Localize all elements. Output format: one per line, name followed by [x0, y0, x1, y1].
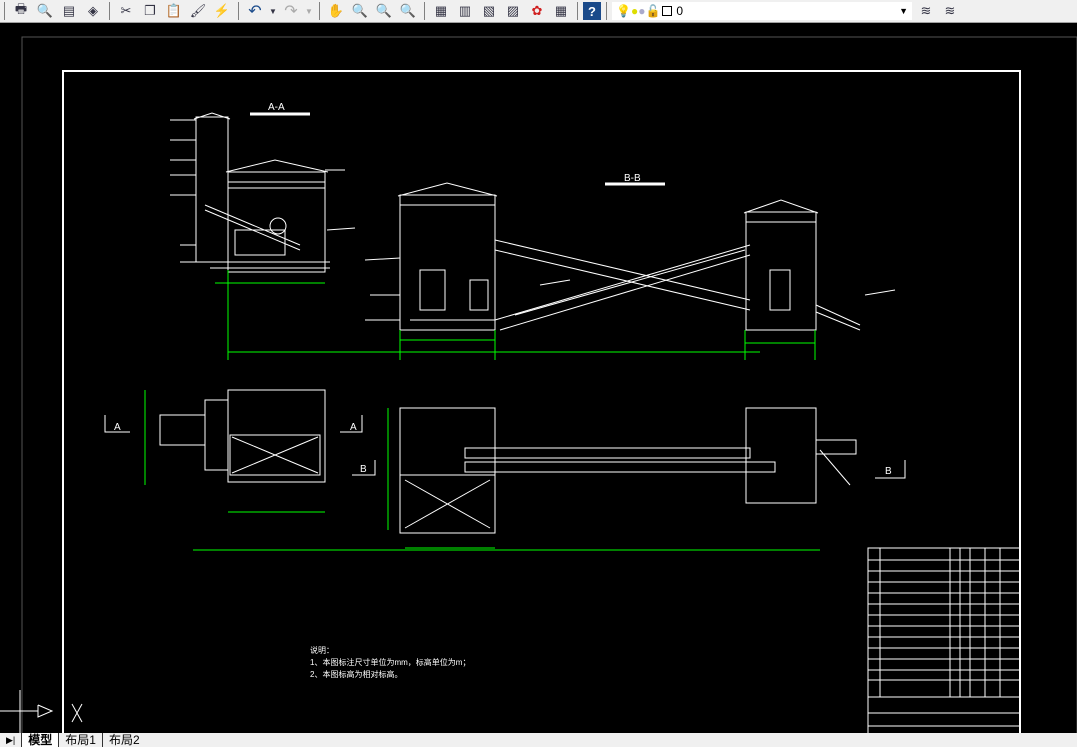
section-aa-title: A-A	[268, 102, 285, 113]
layer-freeze-icon[interactable]: ●	[631, 4, 638, 18]
toolbar-grip	[4, 2, 5, 20]
cut-icon[interactable]: ✂	[115, 1, 137, 21]
paper-boundary	[21, 36, 1077, 733]
print-icon[interactable]: 🖶	[10, 1, 32, 21]
divider	[319, 2, 320, 20]
tab-layout1[interactable]: 布局1	[58, 733, 102, 747]
tool-palettes-icon[interactable]: ▧	[478, 1, 500, 21]
layer-on-icon[interactable]: 💡	[616, 4, 631, 18]
undo-icon[interactable]: ↶	[244, 1, 266, 21]
paste-icon[interactable]: 📋	[163, 1, 185, 21]
ucs-arrow	[37, 704, 54, 718]
cut-label-a-right: A	[350, 422, 357, 433]
redo-icon[interactable]: ↷	[280, 1, 302, 21]
cut-label-a-left: A	[114, 422, 121, 433]
note-item: 2、本图标高为相对标高。	[310, 670, 403, 679]
match-properties-icon[interactable]: 🖌	[187, 1, 209, 21]
cut-label-b-right: B	[885, 466, 892, 477]
layer-dropdown[interactable]: 💡 ● ● 🔓 0 ▼	[612, 2, 912, 20]
divider	[424, 2, 425, 20]
layer-previous-icon[interactable]: ≋	[939, 1, 961, 21]
layer-vp-freeze-icon[interactable]: ●	[638, 4, 645, 18]
publish-icon[interactable]: ▤	[58, 1, 80, 21]
tab-model[interactable]: 模型	[21, 733, 59, 747]
section-bb-title: B-B	[624, 173, 641, 184]
pan-icon[interactable]: ✋	[325, 1, 347, 21]
tab-layout2[interactable]: 布局2	[101, 733, 146, 747]
layout-tabs: ▶| 模型 布局1 布局2	[0, 733, 1077, 747]
markup-icon[interactable]: ✿	[526, 1, 548, 21]
notes-title: 说明：	[310, 646, 334, 655]
tab-scroll-icon[interactable]: ▶|	[0, 735, 21, 746]
print-preview-icon[interactable]: 🔍	[34, 1, 56, 21]
dimension-lines	[144, 270, 820, 551]
calculator-icon[interactable]: ▦	[550, 1, 572, 21]
sheet-set-icon[interactable]: ▨	[502, 1, 524, 21]
drawing-notes: 说明： 1、本图标注尺寸单位为mm，标高单位为m； 2、本图标高为相对标高。	[310, 645, 470, 681]
layer-color-swatch	[662, 6, 673, 16]
divider	[577, 2, 578, 20]
section-aa-drawing	[170, 112, 356, 273]
redo-dropdown-icon[interactable]: ▼	[304, 1, 314, 21]
design-center-icon[interactable]: ▥	[454, 1, 476, 21]
note-item: 1、本图标注尺寸单位为mm，标高单位为m；	[310, 658, 471, 667]
block-editor-icon[interactable]: ⚡	[211, 1, 233, 21]
chevron-down-icon[interactable]: ▼	[899, 6, 908, 16]
zoom-realtime-icon[interactable]: 🔍	[349, 1, 371, 21]
divider	[606, 2, 607, 20]
copy-icon[interactable]: ❐	[139, 1, 161, 21]
title-block	[867, 547, 1021, 733]
zoom-window-icon[interactable]: 🔍	[373, 1, 395, 21]
drawing-canvas[interactable]: A-A B-B A A B B	[0, 24, 1077, 733]
3d-dwf-icon[interactable]: ◈	[82, 1, 104, 21]
zoom-previous-icon[interactable]: 🔍	[397, 1, 419, 21]
help-icon[interactable]: ?	[583, 2, 601, 20]
section-bb-drawing	[364, 182, 896, 331]
layer-lock-icon[interactable]: 🔓	[645, 4, 660, 18]
cut-label-b-left: B	[360, 464, 367, 475]
divider	[238, 2, 239, 20]
properties-icon[interactable]: ▦	[430, 1, 452, 21]
layer-name: 0	[676, 4, 684, 18]
make-current-layer-icon[interactable]: ≋	[915, 1, 937, 21]
undo-dropdown-icon[interactable]: ▼	[268, 1, 278, 21]
drawing-frame	[62, 70, 1021, 733]
divider	[109, 2, 110, 20]
